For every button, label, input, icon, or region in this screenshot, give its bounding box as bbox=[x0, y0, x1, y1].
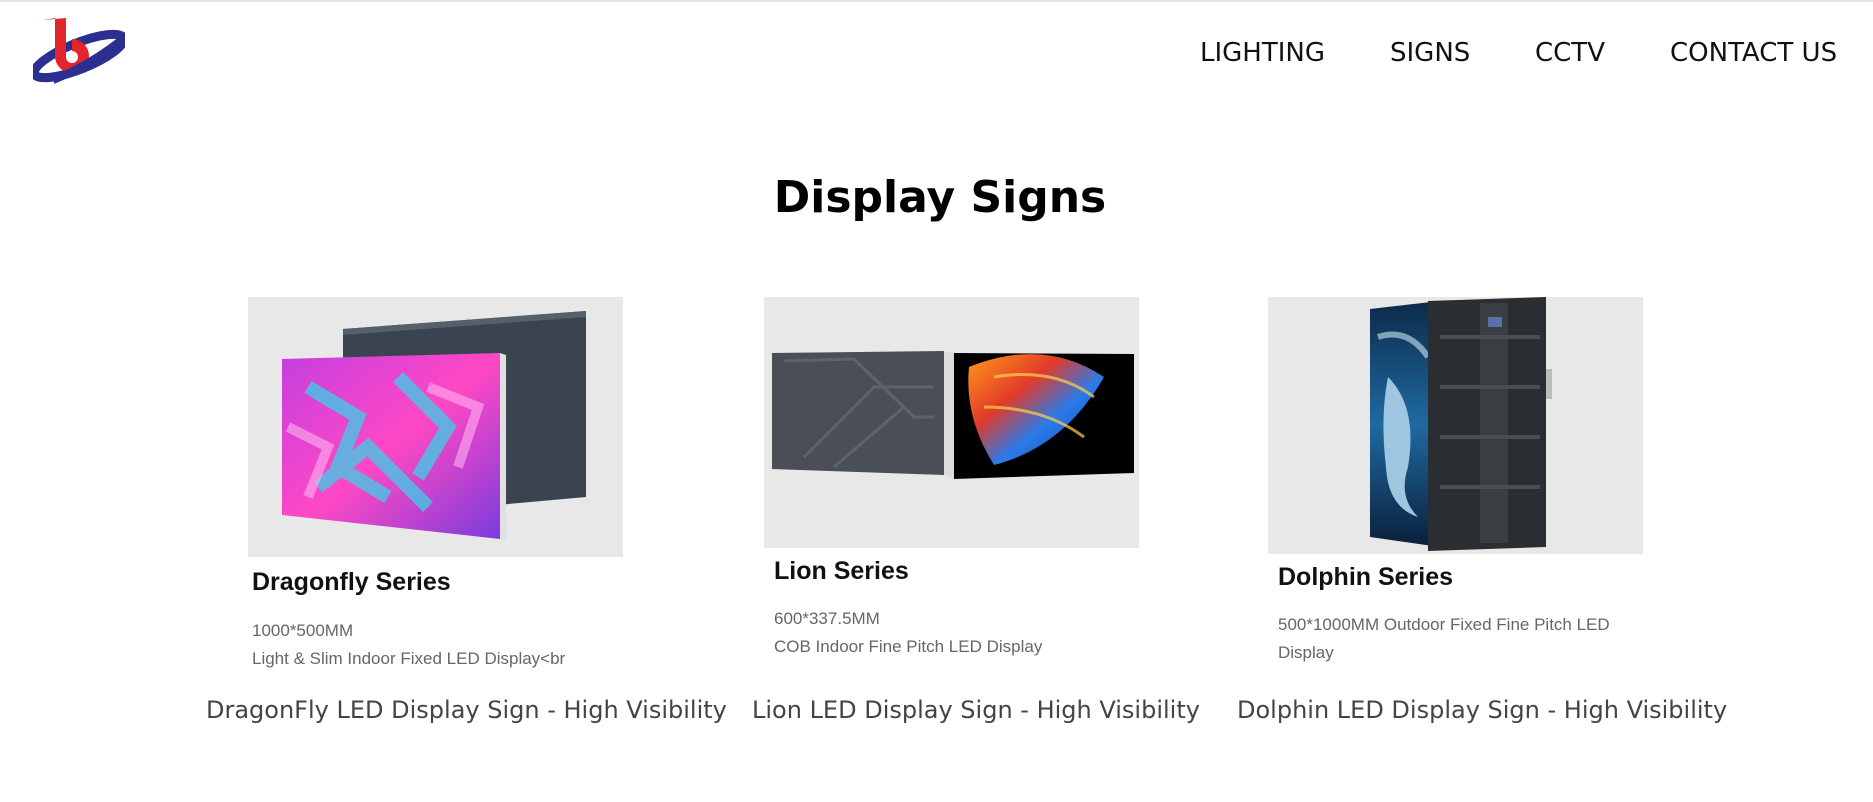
product-spec-dragonfly: 1000*500MM Light & Slim Indoor Fixed LED… bbox=[252, 617, 632, 673]
brand-logo[interactable] bbox=[29, 16, 132, 86]
page-title: Display Signs bbox=[773, 172, 1107, 223]
product-title-lion[interactable]: Lion Series bbox=[774, 557, 909, 586]
caption-dragonfly[interactable]: DragonFly LED Display Sign - High Visibi… bbox=[206, 696, 727, 724]
nav-cctv[interactable]: CCTV bbox=[1535, 38, 1605, 68]
dragonfly-product-image[interactable] bbox=[248, 297, 623, 557]
product-title-dolphin[interactable]: Dolphin Series bbox=[1278, 563, 1453, 592]
caption-dolphin[interactable]: Dolphin LED Display Sign - High Visibili… bbox=[1237, 696, 1727, 724]
nav-contact-us[interactable]: CONTACT US bbox=[1670, 38, 1837, 68]
nav-signs[interactable]: SIGNS bbox=[1390, 38, 1470, 68]
spec-description: Light & Slim Indoor Fixed LED Display<br bbox=[252, 649, 566, 668]
lion-product-image[interactable] bbox=[764, 297, 1139, 548]
product-spec-dolphin: 500*1000MM Outdoor Fixed Fine Pitch LED … bbox=[1278, 611, 1638, 667]
spec-description: COB Indoor Fine Pitch LED Display bbox=[774, 637, 1043, 656]
product-title-dragonfly[interactable]: Dragonfly Series bbox=[252, 568, 451, 597]
caption-lion[interactable]: Lion LED Display Sign - High Visibility bbox=[752, 696, 1200, 724]
nav-lighting[interactable]: LIGHTING bbox=[1200, 38, 1325, 68]
spec-size: 600*337.5MM bbox=[774, 609, 880, 628]
product-spec-lion: 600*337.5MM COB Indoor Fine Pitch LED Di… bbox=[774, 605, 1154, 661]
spec-size: 1000*500MM bbox=[252, 621, 354, 640]
spec-description: 500*1000MM Outdoor Fixed Fine Pitch LED … bbox=[1278, 615, 1610, 662]
dolphin-product-image[interactable] bbox=[1268, 297, 1643, 554]
top-border bbox=[0, 0, 1873, 2]
